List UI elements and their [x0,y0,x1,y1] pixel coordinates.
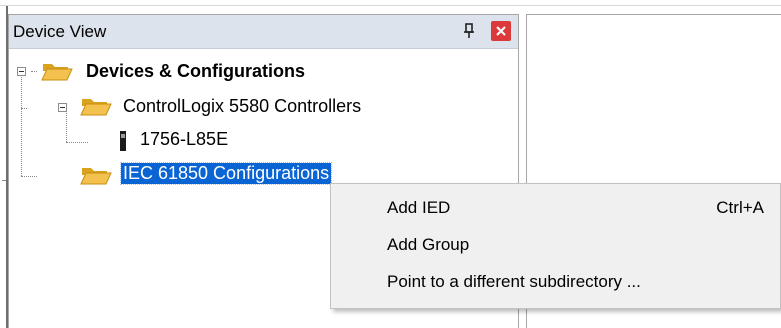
window-top-border [0,5,781,6]
menu-item-label: Add IED [387,198,451,217]
pin-icon[interactable] [462,21,476,41]
menu-item-point-to-subdirectory[interactable]: Point to a different subdirectory ... [331,265,780,299]
menu-item-add-group[interactable]: Add Group [331,228,780,262]
controller-icon [120,131,126,151]
tree-node-controller[interactable]: 1756-L85E [140,129,228,150]
open-folder-icon [41,64,73,81]
menu-item-label: Point to a different subdirectory ... [387,272,641,291]
tree-connector [66,142,88,143]
splitter-mark [2,180,6,181]
open-folder-icon [80,168,112,185]
tree-node-devices-configurations[interactable]: Devices & Configurations [86,61,305,82]
open-folder-icon [80,99,112,116]
menu-item-shortcut: Ctrl+A [716,198,764,217]
panel-header: Device View [9,15,518,49]
context-menu: Add IED Ctrl+A Add Group Point to a diff… [330,183,781,309]
tree-connector [66,111,67,142]
tree-connector [21,108,27,109]
close-button[interactable] [491,21,511,41]
close-icon [496,26,506,36]
tree-connector [21,176,37,177]
menu-item-add-ied[interactable]: Add IED Ctrl+A [331,191,780,225]
tree-node-iec-configurations[interactable]: IEC 61850 Configurations [119,162,333,185]
tree-connector [21,77,22,176]
collapse-toggle-root[interactable] [17,67,26,76]
tree-connector [31,71,37,72]
collapse-toggle-controllers[interactable] [58,103,67,112]
panel-title: Device View [13,22,107,41]
tree-node-controllers[interactable]: ControlLogix 5580 Controllers [123,96,361,117]
menu-item-label: Add Group [387,235,470,254]
